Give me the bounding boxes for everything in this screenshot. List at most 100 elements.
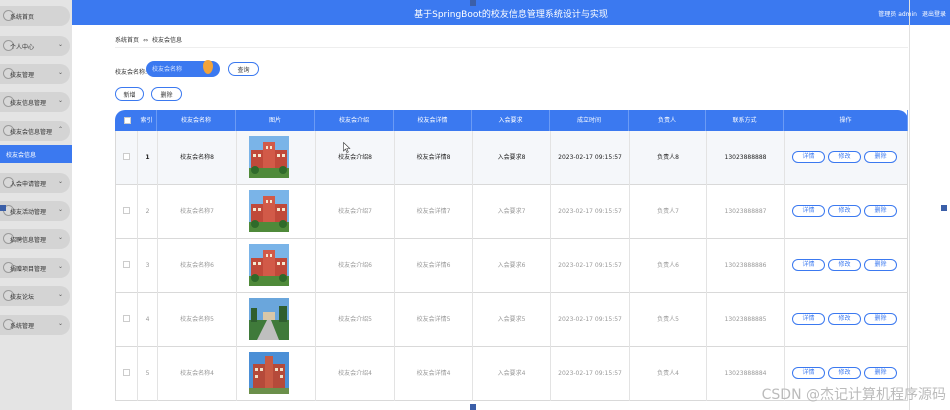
- sidebar-subitem-alumni-association[interactable]: 校友会信息: [0, 145, 72, 163]
- edit-button[interactable]: 修改: [828, 259, 861, 271]
- detail-button[interactable]: 详情: [792, 205, 825, 217]
- cell-name: 校友会名称6: [158, 239, 237, 293]
- batch-delete-button[interactable]: 删除: [151, 87, 182, 101]
- row-checkbox[interactable]: [123, 153, 130, 160]
- chevron-down-icon: ⌄: [57, 69, 63, 76]
- viewport-edge: [909, 0, 910, 410]
- resize-handle-left[interactable]: [0, 205, 6, 211]
- cell-intro: 校友会介绍8: [316, 131, 395, 185]
- row-checkbox[interactable]: [123, 261, 130, 268]
- select-all-checkbox[interactable]: [124, 117, 131, 124]
- delete-button[interactable]: 删除: [864, 313, 897, 325]
- table-header: 索引 校友会名称 图片 校友会介绍 校友会详情 入会要求 成立时间 负责人 联系方式 操作: [115, 110, 908, 131]
- detail-button[interactable]: 详情: [792, 313, 825, 325]
- cell-leader: 负责人4: [630, 347, 707, 401]
- sidebar-item-label: 校友会信息管理: [10, 129, 53, 136]
- chevron-down-icon: ⌄: [57, 234, 63, 241]
- sidebar-item[interactable]: 校友活动管理 ⌄: [0, 201, 70, 221]
- sidebar-item[interactable]: 校友会信息管理 ⌃: [0, 121, 70, 141]
- cell-detail: 校友会详情6: [395, 239, 473, 293]
- image-cell: [237, 185, 316, 239]
- sidebar-item[interactable]: 校友论坛 ⌄: [0, 286, 70, 306]
- delete-button[interactable]: 删除: [864, 367, 897, 379]
- detail-button[interactable]: 详情: [792, 259, 825, 271]
- cell-index: 4: [138, 293, 158, 347]
- operation-cell: 详情 修改 删除: [785, 293, 908, 347]
- cell-index: 1: [138, 131, 158, 185]
- sidebar-item-label: 校友管理: [10, 72, 35, 79]
- detail-button[interactable]: 详情: [792, 151, 825, 163]
- data-table: 索引 校友会名称 图片 校友会介绍 校友会详情 入会要求 成立时间 负责人 联系方式 操作 1 校友…: [115, 110, 908, 410]
- edit-button[interactable]: 修改: [828, 313, 861, 325]
- cell-intro: 校友会介绍5: [316, 293, 395, 347]
- sidebar-item-label: 校友论坛: [10, 294, 35, 301]
- table-row: 4 校友会名称5 校友会介绍5 校友会详情5 入会要求5 2023-02-17 09:15…: [115, 293, 908, 347]
- sidebar-item[interactable]: 个人中心 ⌄: [0, 36, 70, 56]
- admin-user-label: 管理员 admin: [878, 11, 917, 18]
- column-header: 校友会详情: [394, 110, 472, 131]
- cell-detail: 校友会详情8: [395, 131, 473, 185]
- chevron-up-icon: ⌃: [57, 126, 63, 133]
- row-checkbox[interactable]: [123, 315, 130, 322]
- sidebar-item[interactable]: 系统首页: [0, 6, 70, 26]
- sidebar-item[interactable]: 系统管理 ⌄: [0, 315, 70, 335]
- add-button[interactable]: 新增: [115, 87, 144, 101]
- delete-button[interactable]: 删除: [864, 259, 897, 271]
- breadcrumb-divider: [115, 47, 908, 48]
- operation-cell: 详情 修改 删除: [785, 131, 908, 185]
- edit-button[interactable]: 修改: [828, 205, 861, 217]
- cell-req: 入会要求5: [473, 293, 551, 347]
- sidebar-item[interactable]: 入会申请管理 ⌄: [0, 173, 70, 193]
- chevron-down-icon: ⌄: [57, 291, 63, 298]
- logout-link[interactable]: 退出登录: [922, 9, 946, 18]
- query-button[interactable]: 查询: [228, 62, 259, 76]
- top-header: 基于SpringBoot的校友信息管理系统设计与实现 管理员 admin 退出登…: [72, 0, 950, 25]
- chevron-down-icon: ⌄: [57, 41, 63, 48]
- row-checkbox-cell: [116, 239, 138, 293]
- sidebar: 系统首页个人中心 ⌄ 校友管理 ⌄ 校友信息管理 ⌄ 校友会信息管理 ⌃ 入会申请管理 ⌄ 校友活动…: [0, 0, 72, 410]
- column-header: 成立时间: [550, 110, 629, 131]
- cell-name: 校友会名称7: [158, 185, 237, 239]
- delete-button[interactable]: 删除: [864, 151, 897, 163]
- cell-leader: 负责人7: [630, 185, 707, 239]
- sidebar-item[interactable]: 校友信息管理 ⌄: [0, 92, 70, 112]
- cell-name: 校友会名称5: [158, 293, 237, 347]
- alumni-association-image: [249, 298, 289, 340]
- sidebar-item[interactable]: 捐赠项目管理 ⌄: [0, 258, 70, 278]
- alumni-association-image: [249, 190, 289, 232]
- breadcrumb-home[interactable]: 系统首页: [115, 37, 139, 44]
- row-checkbox[interactable]: [123, 207, 130, 214]
- cell-name: 校友会名称4: [158, 347, 237, 401]
- cell-time: 2023-02-17 09:15:57: [551, 131, 630, 185]
- resize-handle-right[interactable]: [941, 205, 947, 211]
- detail-button[interactable]: 详情: [792, 367, 825, 379]
- sidebar-item[interactable]: 招聘信息管理 ⌄: [0, 229, 70, 249]
- breadcrumb-separator-icon: ⇔: [143, 37, 149, 44]
- mouse-cursor-icon: [343, 142, 351, 153]
- cell-detail: 校友会详情4: [395, 347, 473, 401]
- cell-req: 入会要求7: [473, 185, 551, 239]
- cell-phone: 13023888886: [707, 239, 785, 293]
- edit-button[interactable]: 修改: [828, 151, 861, 163]
- breadcrumb: 系统首页 ⇔ 校友会信息: [115, 35, 182, 44]
- cell-index: 5: [138, 347, 158, 401]
- edit-button[interactable]: 修改: [828, 367, 861, 379]
- row-checkbox[interactable]: [123, 369, 130, 376]
- sidebar-item[interactable]: 校友管理 ⌄: [0, 64, 70, 84]
- resize-handle-top[interactable]: [470, 0, 476, 6]
- alumni-association-image: [249, 136, 289, 178]
- column-header: 联系方式: [706, 110, 784, 131]
- resize-handle-bottom[interactable]: [470, 404, 476, 410]
- column-header: 图片: [236, 110, 315, 131]
- delete-button[interactable]: 删除: [864, 205, 897, 217]
- cell-leader: 负责人8: [630, 131, 707, 185]
- cell-index: 3: [138, 239, 158, 293]
- image-cell: [237, 131, 316, 185]
- cell-req: 入会要求4: [473, 347, 551, 401]
- cell-req: 入会要求6: [473, 239, 551, 293]
- column-header: 校友会介绍: [315, 110, 394, 131]
- cell-leader: 负责人6: [630, 239, 707, 293]
- cell-intro: 校友会介绍7: [316, 185, 395, 239]
- table-row: 2 校友会名称7 校友会介绍7 校友会详情7 入会要求7 2023-02-17 09:15…: [115, 185, 908, 239]
- sidebar-item-label: 捐赠项目管理: [10, 266, 47, 273]
